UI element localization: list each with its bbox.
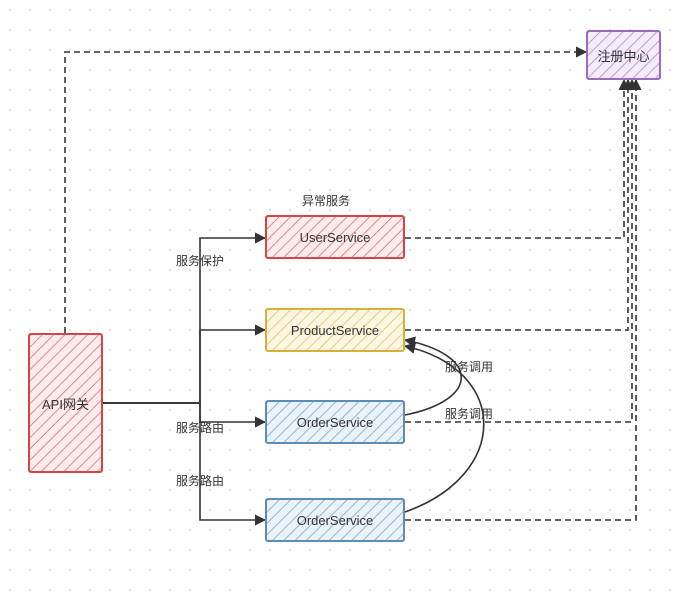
node-registry: 注册中心 bbox=[586, 30, 661, 80]
node-api-gateway: API网关 bbox=[28, 333, 103, 473]
edge-order1-to-registry bbox=[405, 80, 632, 422]
node-label: OrderService bbox=[293, 415, 378, 430]
node-label: OrderService bbox=[293, 513, 378, 528]
node-product-service: ProductService bbox=[265, 308, 405, 352]
node-label: API网关 bbox=[38, 394, 93, 413]
node-label: ProductService bbox=[287, 323, 383, 338]
edge-order2-to-registry bbox=[405, 80, 636, 520]
label-service-call-2: 服务调用 bbox=[445, 405, 493, 422]
label-service-call-1: 服务调用 bbox=[445, 358, 493, 375]
node-label: 注册中心 bbox=[593, 46, 653, 65]
edge-user-to-registry bbox=[405, 80, 624, 238]
label-service-route-2: 服务路由 bbox=[176, 472, 224, 489]
node-order-service-2: OrderService bbox=[265, 498, 405, 542]
edge-order1-call-product bbox=[405, 340, 461, 415]
edge-product-to-registry bbox=[405, 80, 628, 330]
edge-gateway-to-product bbox=[103, 330, 265, 403]
node-order-service-1: OrderService bbox=[265, 400, 405, 444]
node-label: UserService bbox=[296, 230, 375, 245]
label-abnormal-service: 异常服务 bbox=[302, 192, 350, 209]
label-service-route-1: 服务路由 bbox=[176, 419, 224, 436]
node-user-service: UserService bbox=[265, 215, 405, 259]
label-service-protect: 服务保护 bbox=[176, 252, 224, 269]
